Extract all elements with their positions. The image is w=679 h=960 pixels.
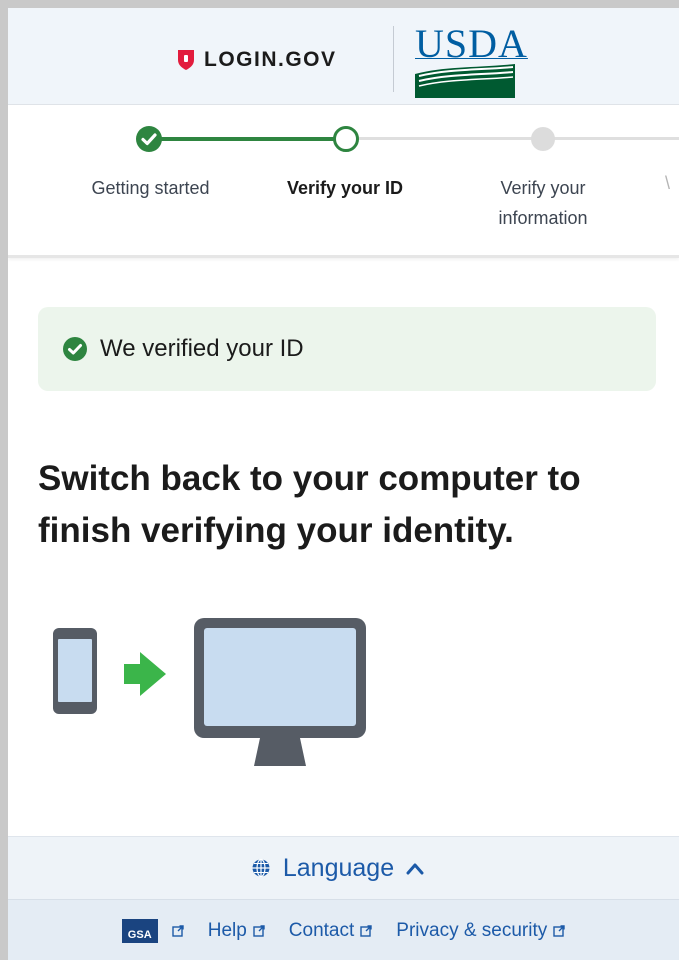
- login-gov-logo[interactable]: LOGIN.GOV: [176, 48, 337, 72]
- shield-icon: [178, 50, 194, 70]
- step-label-verify-id: Verify your ID: [286, 178, 404, 198]
- step-label-next-partial: \: [665, 173, 671, 193]
- login-gov-wordmark: LOGIN.GOV: [204, 48, 337, 71]
- language-selector[interactable]: Language: [8, 836, 679, 899]
- footer-links: GSA Help Contact Privacy & security: [8, 899, 679, 960]
- usda-landscape-mark: [415, 64, 515, 98]
- external-link-icon: [253, 924, 265, 937]
- check-circle-icon: [63, 337, 87, 361]
- computer-monitor-icon: [194, 618, 366, 766]
- step-progress-remaining: [353, 137, 679, 140]
- arrow-right-icon: [124, 652, 166, 696]
- gsa-link[interactable]: GSA: [121, 918, 184, 943]
- step-indicator: Getting started Verify your ID Verify yo…: [8, 105, 679, 258]
- usda-wordmark: USDA: [415, 21, 528, 66]
- logo-divider: [393, 26, 394, 92]
- globe-icon: [252, 858, 270, 878]
- gsa-logo: GSA: [121, 918, 158, 943]
- language-label: Language: [282, 853, 395, 882]
- contact-link-label: Contact: [288, 919, 355, 941]
- success-alert: We verified your ID: [38, 307, 656, 391]
- privacy-security-link-label: Privacy & security: [396, 919, 548, 941]
- check-icon: [141, 133, 157, 146]
- help-link[interactable]: Help: [208, 920, 265, 942]
- privacy-security-link[interactable]: Privacy & security: [396, 920, 565, 942]
- alert-message: We verified your ID: [100, 335, 304, 362]
- external-link-icon: [172, 924, 184, 937]
- page-title: Switch back to your computer to finish v…: [38, 459, 581, 550]
- phone-icon: [53, 628, 97, 714]
- chevron-up-icon: [406, 863, 424, 875]
- step-current-marker: [333, 126, 359, 152]
- step-pending-marker: [531, 127, 555, 151]
- step-label-verify-information: Verify your information: [498, 178, 588, 228]
- switch-device-illustration: [53, 618, 366, 766]
- site-header: LOGIN.GOV USDA: [8, 8, 679, 105]
- external-link-icon: [553, 924, 565, 937]
- step-label-getting-started: Getting started: [91, 178, 210, 198]
- contact-link[interactable]: Contact: [289, 920, 372, 942]
- step-progress-complete: [148, 137, 343, 141]
- help-link-label: Help: [207, 919, 247, 941]
- page-frame: LOGIN.GOV USDA Getting started Verify yo…: [8, 8, 679, 960]
- external-link-icon: [360, 924, 372, 937]
- step-complete-marker: [136, 126, 162, 152]
